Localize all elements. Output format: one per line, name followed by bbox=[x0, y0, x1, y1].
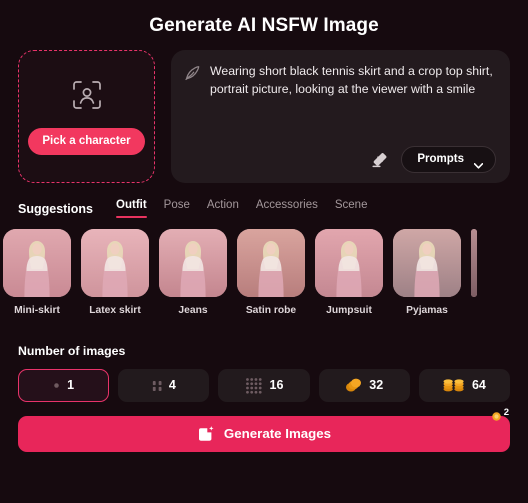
prompts-dropdown[interactable]: Prompts bbox=[401, 145, 496, 173]
credit-badge: 2 bbox=[492, 407, 509, 421]
suggestion-card-label: Pyjamas bbox=[406, 305, 448, 316]
suggestion-thumbnail bbox=[315, 229, 383, 297]
generate-image-panel: Generate AI NSFW Image Pick a character bbox=[0, 0, 528, 503]
grid-2x2-icon bbox=[152, 380, 162, 392]
suggestion-card-partial[interactable] bbox=[471, 229, 477, 297]
image-count-option-32[interactable]: 32 bbox=[318, 369, 410, 402]
double-coin-stack-icon bbox=[443, 378, 465, 393]
credit-count: 2 bbox=[503, 407, 509, 418]
image-count-value: 16 bbox=[269, 378, 284, 393]
image-count-value: 32 bbox=[369, 378, 384, 393]
suggestion-tabs: Outfit Pose Action Accessories Scene bbox=[116, 199, 367, 218]
suggestion-card[interactable]: Jeans bbox=[159, 229, 227, 316]
coin-icon bbox=[492, 408, 501, 421]
page-title: Generate AI NSFW Image bbox=[149, 15, 379, 36]
generate-section: Generate Images 2 bbox=[0, 402, 528, 452]
generate-images-label: Generate Images bbox=[223, 426, 332, 442]
prompt-head: Wearing short black tennis skirt and a c… bbox=[184, 63, 496, 98]
prompt-box[interactable]: Wearing short black tennis skirt and a c… bbox=[171, 50, 510, 183]
single-dot-icon bbox=[53, 382, 60, 389]
prompts-dropdown-label: Prompts bbox=[417, 152, 464, 165]
image-count-option-16[interactable]: 16 bbox=[218, 369, 310, 402]
suggestion-thumbnail bbox=[81, 229, 149, 297]
eraser-icon[interactable] bbox=[370, 150, 389, 169]
suggestion-card[interactable]: Satin robe bbox=[237, 229, 305, 316]
grid-4x4-icon bbox=[245, 377, 263, 395]
suggestion-card-label: Mini-skirt bbox=[14, 305, 60, 316]
pick-a-character-button[interactable]: Pick a character bbox=[28, 127, 145, 156]
suggestion-thumbnail bbox=[159, 229, 227, 297]
prompt-actions: Prompts bbox=[184, 145, 496, 173]
suggestion-card[interactable]: Mini-skirt bbox=[3, 229, 71, 316]
suggestion-card-label: Jumpsuit bbox=[326, 305, 372, 316]
tab-action[interactable]: Action bbox=[207, 199, 239, 218]
suggestion-card-label: Latex skirt bbox=[89, 305, 141, 316]
suggestion-card[interactable]: Pyjamas bbox=[393, 229, 461, 316]
image-count-option-1[interactable]: 1 bbox=[18, 369, 110, 402]
image-count-value: 1 bbox=[67, 378, 75, 393]
top-row: Pick a character Wearing short black ten… bbox=[0, 38, 528, 183]
image-sparkle-icon bbox=[197, 425, 215, 443]
image-count-option-64[interactable]: 64 bbox=[418, 369, 511, 402]
image-count-option-4[interactable]: 4 bbox=[118, 369, 210, 402]
face-scan-icon bbox=[70, 78, 104, 112]
number-of-images-label: Number of images bbox=[18, 344, 126, 358]
tab-accessories[interactable]: Accessories bbox=[256, 199, 318, 218]
character-picker[interactable]: Pick a character bbox=[18, 50, 155, 183]
tab-scene[interactable]: Scene bbox=[335, 199, 368, 218]
suggestion-card[interactable]: Jumpsuit bbox=[315, 229, 383, 316]
quill-icon bbox=[184, 64, 201, 81]
image-count-value: 64 bbox=[471, 378, 486, 393]
suggestion-carousel[interactable]: Mini-skirt Latex skirt Jeans Satin robe Jump… bbox=[0, 218, 528, 316]
suggestion-thumbnail bbox=[393, 229, 461, 297]
prompt-text[interactable]: Wearing short black tennis skirt and a c… bbox=[210, 63, 496, 98]
suggestion-thumbnail bbox=[471, 229, 477, 297]
suggestions-label: Suggestions bbox=[18, 201, 94, 216]
number-of-images-options: 1 4 16 32 64 bbox=[0, 358, 528, 402]
suggestion-card-label: Satin robe bbox=[245, 305, 297, 316]
suggestion-card[interactable]: Latex skirt bbox=[81, 229, 149, 316]
generate-images-button[interactable]: Generate Images bbox=[18, 416, 510, 452]
suggestion-thumbnail bbox=[237, 229, 305, 297]
tab-outfit[interactable]: Outfit bbox=[116, 199, 147, 218]
coin-stack-icon bbox=[345, 378, 362, 393]
image-count-value: 4 bbox=[168, 378, 176, 393]
suggestion-thumbnail bbox=[3, 229, 71, 297]
suggestions-header: Suggestions Outfit Pose Action Accessories S… bbox=[0, 183, 528, 218]
chevron-down-icon bbox=[473, 156, 484, 169]
tab-pose[interactable]: Pose bbox=[164, 199, 190, 218]
suggestion-card-label: Jeans bbox=[178, 305, 208, 316]
